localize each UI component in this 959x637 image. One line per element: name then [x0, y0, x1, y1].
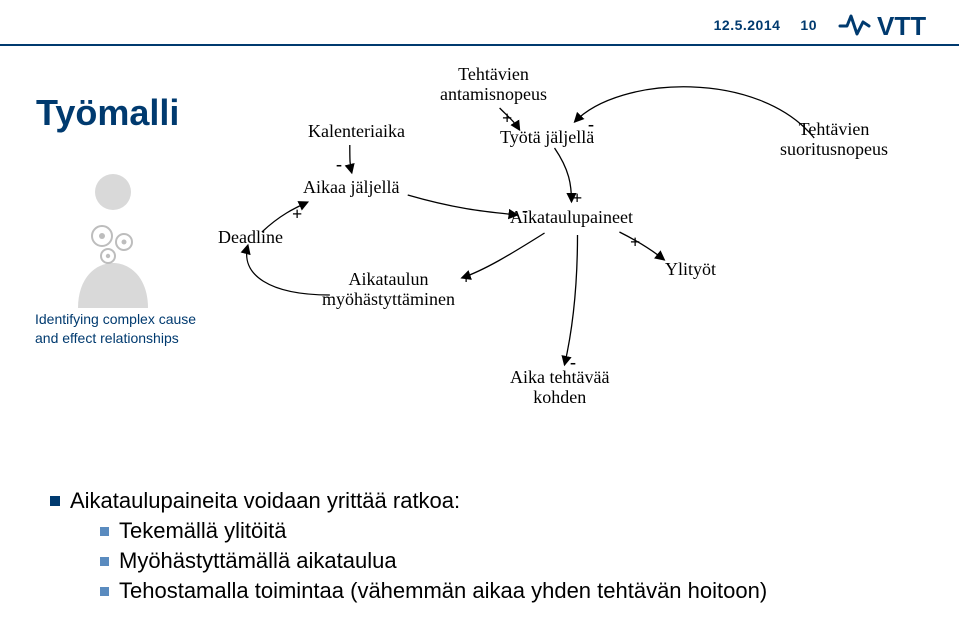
bullet-level2: Tehostamalla toimintaa (vähemmän aikaa y… [100, 578, 767, 604]
sign-minus: - [588, 114, 594, 135]
node-kalenteriaika: Kalenteriaika [308, 122, 405, 142]
node-tehtavien-antamisnopeus: Tehtävienantamisnopeus [440, 65, 547, 105]
node-ylityot: Ylityöt [665, 260, 716, 280]
header-date: 12.5.2014 [714, 17, 781, 33]
node-aikataulun-myohastyttaminen: Aikataulunmyöhästyttäminen [322, 270, 455, 310]
node-tyota-jaljella: Työtä jäljellä [500, 128, 594, 148]
person-gears-icon [58, 168, 168, 313]
slide-header: 12.5.2014 10 VTT [714, 0, 959, 42]
node-aikataulupaineet: Aikataulupaineet [510, 208, 633, 228]
sign-plus: + [461, 268, 471, 289]
header-rule [0, 44, 959, 46]
causal-loop-diagram: Tehtävienantamisnopeus Kalenteriaika Aik… [200, 60, 959, 430]
sign-minus: - [336, 154, 342, 175]
vtt-logo: VTT [837, 8, 947, 42]
node-tehtavien-suoritusnopeus: Tehtäviensuoritusnopeus [780, 120, 888, 160]
person-caption: Identifying complex cause and effect rel… [35, 310, 196, 348]
sign-minus: - [522, 200, 528, 221]
bullet-list: Aikataulupaineita voidaan yrittää ratkoa… [50, 488, 767, 604]
header-pagenum: 10 [800, 17, 817, 33]
slide-title: Työmalli [36, 92, 179, 134]
sign-minus: - [570, 352, 576, 373]
bullet-level2: Myöhästyttämällä aikataulua [100, 548, 767, 574]
node-deadline: Deadline [218, 228, 283, 248]
bullet-text: Tekemällä ylitöitä [119, 518, 287, 543]
bullet-text: Aikataulupaineita voidaan yrittää ratkoa… [70, 488, 460, 513]
node-aika-tehtavaa-kohden: Aika tehtävääkohden [510, 368, 609, 408]
node-aikaa-jaljella: Aikaa jäljellä [303, 178, 399, 198]
bullet-level2: Tekemällä ylitöitä [100, 518, 767, 544]
sign-plus: + [292, 204, 302, 225]
sign-plus: + [502, 108, 512, 129]
sign-plus: + [630, 232, 640, 253]
caption-line: and effect relationships [35, 329, 196, 348]
sign-plus: + [572, 188, 582, 209]
caption-line: Identifying complex cause [35, 310, 196, 329]
bullet-text: Myöhästyttämällä aikataulua [119, 548, 397, 573]
svg-text:VTT: VTT [877, 11, 926, 41]
bullet-text: Tehostamalla toimintaa (vähemmän aikaa y… [119, 578, 767, 603]
bullet-level1: Aikataulupaineita voidaan yrittää ratkoa… [50, 488, 767, 514]
